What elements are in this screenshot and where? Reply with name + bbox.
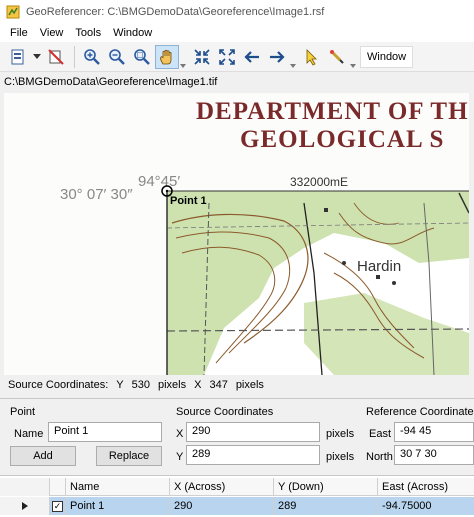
status-x-unit: pixels bbox=[235, 379, 264, 391]
select-button[interactable] bbox=[300, 45, 324, 69]
delete-point-button[interactable] bbox=[44, 45, 68, 69]
cell-name[interactable]: Point 1 bbox=[66, 497, 170, 515]
select-arrow-icon bbox=[306, 48, 317, 66]
menu-bar: File View Tools Window bbox=[0, 24, 474, 42]
title-bar: GeoReferencer: C:\BMGDemoData\Georeferen… bbox=[0, 0, 474, 24]
table-header: Name X (Across) Y (Down) East (Across) bbox=[0, 478, 474, 496]
status-bar: Source Coordinates: Y 530 pixels X 347 p… bbox=[0, 375, 474, 395]
map-image: DEPARTMENT OF TH GEOLOGICAL S 94°45′ 30°… bbox=[4, 93, 469, 375]
east-label: East bbox=[369, 428, 392, 440]
source-y-unit: pixels bbox=[326, 451, 355, 463]
delete-point-icon bbox=[48, 48, 64, 65]
zoom-box-icon bbox=[134, 48, 150, 65]
map-town-label: Hardin bbox=[357, 258, 401, 275]
row-header-corner bbox=[0, 478, 50, 496]
add-point-button[interactable] bbox=[325, 45, 349, 69]
panel-divider bbox=[0, 398, 474, 399]
source-x-field[interactable]: 290 bbox=[186, 422, 320, 442]
row-checkbox[interactable]: ✓ bbox=[50, 497, 66, 515]
window-title: GeoReferencer: C:\BMGDemoData\Georeferen… bbox=[26, 6, 325, 18]
cell-x[interactable]: 290 bbox=[170, 497, 274, 515]
cell-east[interactable]: -94.75000 bbox=[378, 497, 474, 515]
toolbar-overflow-2[interactable] bbox=[290, 46, 296, 68]
status-x-value: 347 bbox=[209, 379, 228, 391]
source-panel-title: Source Coordinates bbox=[176, 406, 274, 418]
zoom-out-icon bbox=[109, 48, 125, 65]
name-field[interactable]: Point 1 bbox=[48, 422, 162, 442]
points-table: Name X (Across) Y (Down) East (Across) ✓… bbox=[0, 475, 474, 517]
map-easting-label: 332000mE bbox=[290, 175, 348, 189]
map-header-line2: GEOLOGICAL S bbox=[240, 126, 444, 153]
map-view[interactable]: DEPARTMENT OF TH GEOLOGICAL S 94°45′ 30°… bbox=[4, 93, 469, 375]
source-x-label: X bbox=[176, 428, 184, 440]
pan-button[interactable] bbox=[155, 44, 179, 69]
zoom-in-button[interactable] bbox=[80, 45, 104, 69]
toolbar-separator bbox=[74, 45, 75, 68]
map-lat-label: 30° 07′ 30″ bbox=[60, 186, 133, 203]
map-lon-label: 94°45′ bbox=[138, 173, 180, 190]
add-button[interactable]: Add bbox=[10, 446, 76, 466]
next-view-button[interactable] bbox=[265, 45, 289, 69]
menu-file[interactable]: File bbox=[4, 27, 34, 39]
status-y-unit: pixels bbox=[157, 379, 187, 391]
column-header-name[interactable]: Name bbox=[66, 478, 170, 496]
menu-window[interactable]: Window bbox=[107, 27, 158, 39]
pan-hand-icon bbox=[160, 49, 172, 64]
north-field[interactable]: 30 7 30 bbox=[394, 445, 474, 465]
image-path: C:\BMGDemoData\Georeference\Image1.tif bbox=[0, 72, 474, 92]
source-coordinates-panel: Source Coordinates X 290 pixels Y 289 pi… bbox=[176, 402, 356, 472]
layer-dropdown-button[interactable] bbox=[31, 45, 43, 69]
map-terrain bbox=[166, 190, 469, 375]
new-layer-button[interactable] bbox=[6, 45, 30, 69]
point-panel-title: Point bbox=[10, 406, 36, 418]
toolbar: Window bbox=[0, 42, 474, 72]
dropdown-arrow-icon bbox=[33, 53, 41, 59]
status-label: Source Coordinates: bbox=[8, 379, 109, 391]
menu-tools[interactable]: Tools bbox=[69, 27, 107, 39]
zoom-box-button[interactable] bbox=[130, 45, 154, 69]
zoom-out-button[interactable] bbox=[105, 45, 129, 69]
zoom-in-icon bbox=[84, 48, 100, 65]
source-y-field[interactable]: 289 bbox=[186, 445, 320, 465]
toolbar-overflow[interactable] bbox=[180, 46, 186, 68]
zoom-extents-button[interactable] bbox=[190, 45, 214, 69]
fit-window-button[interactable] bbox=[215, 45, 239, 69]
map-header-line1: DEPARTMENT OF TH bbox=[196, 98, 469, 125]
column-header-east[interactable]: East (Across) bbox=[378, 478, 474, 496]
row-selector-icon[interactable] bbox=[0, 497, 50, 515]
point-label: Point 1 bbox=[170, 195, 207, 207]
status-x-label: X bbox=[194, 379, 202, 391]
window-toolbar-label[interactable]: Window bbox=[360, 45, 414, 68]
cell-y[interactable]: 289 bbox=[274, 497, 378, 515]
toolbar-overflow-3[interactable] bbox=[350, 46, 356, 68]
add-point-icon bbox=[329, 49, 344, 64]
column-header-y[interactable]: Y (Down) bbox=[274, 478, 378, 496]
east-field[interactable]: -94 45 bbox=[394, 422, 474, 442]
status-y-value: 530 bbox=[131, 379, 150, 391]
new-layer-icon bbox=[11, 49, 24, 64]
replace-button[interactable]: Replace bbox=[96, 446, 162, 466]
zoom-extents-icon bbox=[194, 48, 210, 65]
row-checkbox-mark: ✓ bbox=[52, 500, 63, 512]
column-header-x[interactable]: X (Across) bbox=[170, 478, 274, 496]
status-y-label: Y bbox=[116, 379, 124, 391]
source-y-label: Y bbox=[176, 451, 184, 463]
reference-panel-title: Reference Coordinates bbox=[366, 406, 474, 418]
reference-coordinates-panel: Reference Coordinates East -94 45 North … bbox=[366, 402, 474, 472]
table-row[interactable]: ✓ Point 1 290 289 -94.75000 bbox=[0, 497, 474, 515]
next-view-icon bbox=[270, 50, 285, 63]
menu-view[interactable]: View bbox=[34, 27, 70, 39]
north-label: North bbox=[366, 451, 393, 463]
name-label: Name bbox=[14, 428, 44, 440]
app-icon bbox=[6, 5, 20, 19]
previous-view-button[interactable] bbox=[240, 45, 264, 69]
previous-view-icon bbox=[244, 50, 259, 63]
source-x-unit: pixels bbox=[326, 428, 355, 440]
point-panel: Point Name Point 1 Add Replace bbox=[10, 402, 170, 472]
checkbox-column-header bbox=[50, 478, 66, 496]
fit-window-icon bbox=[219, 48, 235, 65]
